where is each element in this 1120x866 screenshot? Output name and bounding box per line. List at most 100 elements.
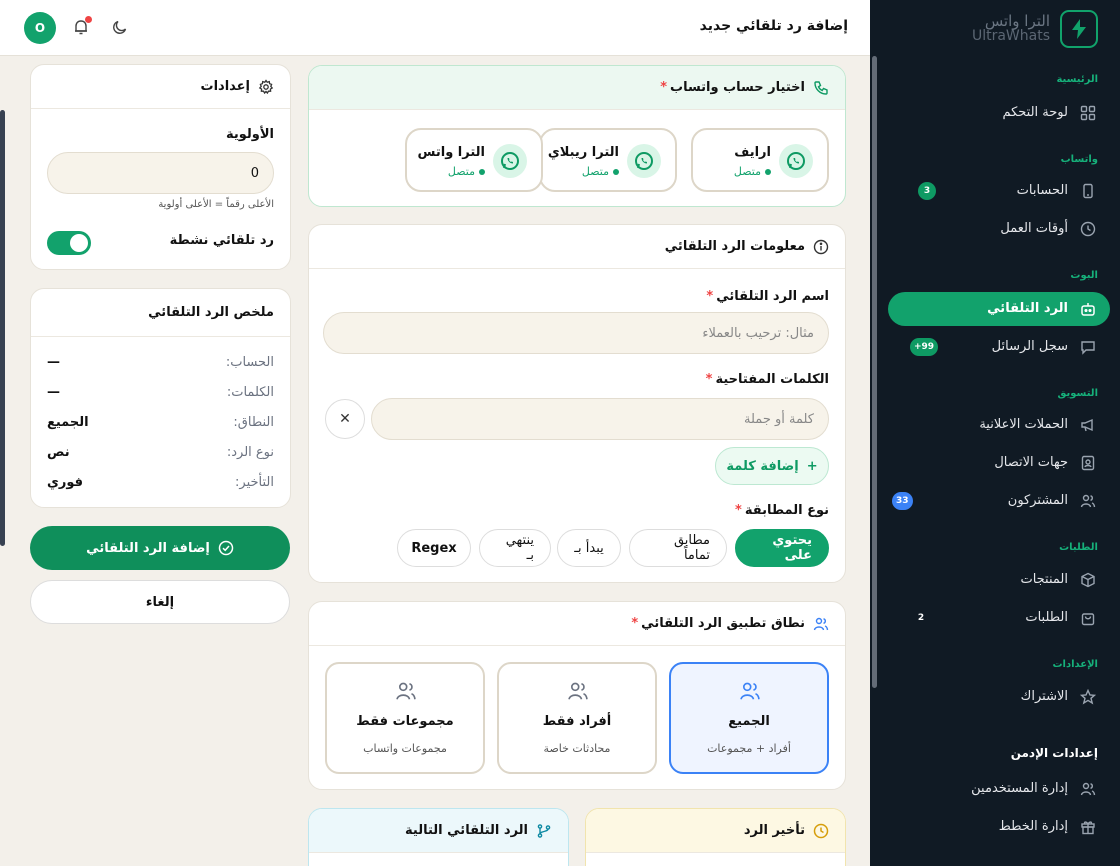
gear-icon <box>258 79 274 95</box>
card-title: إعدادات <box>200 79 251 94</box>
section-marketing: التسويق <box>1057 388 1098 399</box>
match-exact[interactable]: مطابق تماماً <box>629 529 727 567</box>
sidebar-item-plans[interactable]: إدارة الخطط <box>888 810 1110 844</box>
card-title: اختيار حساب واتساب* <box>660 80 805 95</box>
card-title: ملخص الرد التلقائي <box>148 305 274 320</box>
users-icon <box>395 680 417 702</box>
add-keyword-button[interactable]: + إضافة كلمة <box>715 447 829 485</box>
match-contains[interactable]: يحتوي على <box>735 529 829 567</box>
users-icon <box>1080 781 1096 797</box>
sidebar-item-accounts[interactable]: الحسابات 3 <box>888 174 1110 208</box>
priority-hint: الأعلى رقماً = الأعلى أولوية <box>158 199 274 210</box>
scope-name: مجموعات فقط <box>356 714 454 729</box>
sidebar-item-label: المشتركون <box>1007 493 1068 508</box>
scope-everyone[interactable]: الجميع أفراد + مجموعات <box>669 662 829 774</box>
branch-icon <box>536 823 552 839</box>
sidebar-item-label: الطلبات <box>1025 610 1068 625</box>
sidebar-item-messages-log[interactable]: سجل الرسائل 99+ <box>888 330 1110 364</box>
keyword-input[interactable]: كلمة أو جملة <box>371 398 829 440</box>
summary-row: الكلمات: — <box>47 385 274 400</box>
phone-call-icon <box>813 80 829 96</box>
users-icon <box>813 616 829 632</box>
sidebar-item-label: جهات الاتصال <box>994 455 1068 470</box>
cancel-button[interactable]: إلغاء <box>30 580 290 624</box>
keywords-label: الكلمات المفتاحية* <box>705 372 829 387</box>
sidebar-item-subscription[interactable]: الاشتراك <box>888 680 1110 714</box>
card-title: الرد التلقائي التالية <box>405 823 528 838</box>
scope-desc: أفراد + مجموعات <box>707 742 791 755</box>
scope-individuals[interactable]: أفراد فقط محادثات خاصة <box>497 662 657 774</box>
sidebar-item-label: الحملات الاعلانية <box>979 417 1068 432</box>
page-title: إضافة رد تلقائي جديد <box>699 18 848 34</box>
priority-label: الأولوية <box>225 127 274 142</box>
sidebar-item-users[interactable]: إدارة المستخدمين <box>888 772 1110 806</box>
orders-count-badge: 2 <box>917 613 925 623</box>
sidebar-item-products[interactable]: المنتجات <box>888 563 1110 597</box>
active-toggle[interactable] <box>47 231 91 255</box>
scope-card: نطاق تطبيق الرد التلقائي* الجميع أفراد +… <box>308 601 846 790</box>
match-starts-with[interactable]: يبدأ بـ <box>557 529 621 567</box>
close-icon: ✕ <box>339 411 351 427</box>
name-label: اسم الرد التلقائي* <box>706 289 829 304</box>
sidebar-item-label: إدارة المستخدمين <box>971 781 1068 796</box>
toggle-knob <box>70 234 88 252</box>
card-title: نطاق تطبيق الرد التلقائي* <box>631 616 805 631</box>
account-option[interactable]: ارايف متصل <box>691 128 829 192</box>
sidebar: الترا واتس UltraWhats الرئيسية لوحة التح… <box>870 0 1120 866</box>
info-icon <box>813 239 829 255</box>
accounts-count-badge: 3 <box>918 182 936 200</box>
card-title: تأخير الرد <box>743 823 805 838</box>
scope-desc: محادثات خاصة <box>543 742 611 755</box>
notification-dot <box>85 16 92 23</box>
scope-name: أفراد فقط <box>542 714 612 729</box>
sidebar-item-auto-reply[interactable]: الرد التلقائي <box>888 292 1110 326</box>
box-icon <box>1080 572 1096 588</box>
users-icon <box>1080 493 1096 509</box>
section-whatsapp: واتساب <box>1060 154 1098 165</box>
sidebar-item-label: الاشتراك <box>1020 689 1068 704</box>
phone-icon <box>1080 183 1096 199</box>
section-main: الرئيسية <box>1056 74 1098 85</box>
brand-name-en: UltraWhats <box>971 28 1050 44</box>
moon-icon[interactable] <box>112 19 128 35</box>
admin-section-title: إعدادات الإدمن <box>1010 746 1098 760</box>
sidebar-item-dashboard[interactable]: لوحة التحكم <box>888 96 1110 130</box>
star-icon <box>1080 689 1096 705</box>
card-title: معلومات الرد التلقائي <box>664 239 805 254</box>
sidebar-item-contacts[interactable]: جهات الاتصال <box>888 446 1110 480</box>
account-status: متصل <box>448 165 485 178</box>
sidebar-item-work-hours[interactable]: أوقات العمل <box>888 212 1110 246</box>
sidebar-item-orders[interactable]: الطلبات 2 <box>888 601 1110 635</box>
remove-keyword-button[interactable]: ✕ <box>325 399 365 439</box>
sidebar-item-subscribers[interactable]: المشتركون 33 <box>888 484 1110 518</box>
sidebar-item-campaigns[interactable]: الحملات الاعلانية <box>888 408 1110 442</box>
avatar[interactable]: O <box>24 12 56 44</box>
account-status: متصل <box>734 165 771 178</box>
message-icon <box>1080 339 1096 355</box>
whatsapp-icon <box>627 144 661 178</box>
check-circle-icon <box>218 540 234 556</box>
megaphone-icon <box>1080 417 1096 433</box>
whatsapp-icon <box>493 144 527 178</box>
logo-bolt-icon <box>1060 10 1098 48</box>
delay-card: تأخير الرد <box>585 808 846 866</box>
section-settings: الإعدادات <box>1052 659 1098 670</box>
sidebar-item-label: المنتجات <box>1020 572 1068 587</box>
account-name: الترا ريبلاي <box>547 145 619 160</box>
side-scrollbar[interactable] <box>0 110 5 546</box>
sidebar-item-label: إدارة الخطط <box>998 819 1068 834</box>
section-orders: الطلبات <box>1059 542 1098 553</box>
match-regex[interactable]: Regex <box>397 529 471 567</box>
account-option[interactable]: الترا واتس متصل <box>405 128 543 192</box>
name-input[interactable]: مثال: ترحيب بالعملاء <box>323 312 829 354</box>
main-scrollbar[interactable] <box>872 56 877 688</box>
submit-auto-reply-button[interactable]: إضافة الرد التلقائي <box>30 526 290 570</box>
account-option[interactable]: الترا ريبلاي متصل <box>539 128 677 192</box>
settings-card: إعدادات الأولوية 0 الأعلى رقماً = الأعلى… <box>30 64 291 270</box>
priority-input[interactable]: 0 <box>47 152 274 194</box>
brand-logo[interactable]: الترا واتس UltraWhats <box>972 10 1098 48</box>
match-ends-with[interactable]: ينتهي بـ <box>479 529 551 567</box>
scope-groups[interactable]: مجموعات فقط مجموعات واتساب <box>325 662 485 774</box>
clock-icon <box>813 823 829 839</box>
sidebar-item-label: الحسابات <box>1016 183 1068 198</box>
